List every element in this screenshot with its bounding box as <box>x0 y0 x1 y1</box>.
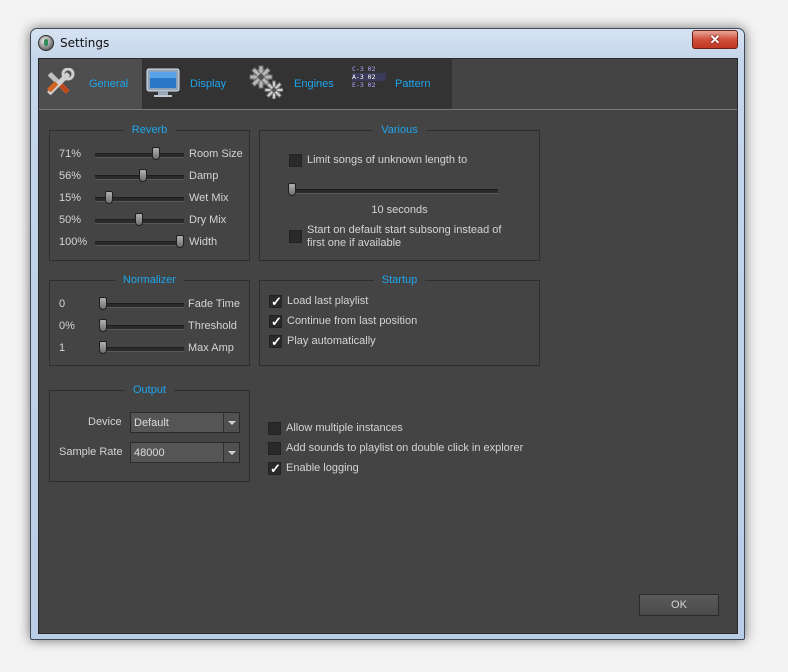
normalizer-label: Max Amp <box>188 342 234 354</box>
limit-length-checkbox[interactable] <box>289 154 302 167</box>
checkbox-label: Continue from last position <box>287 315 418 327</box>
tab-display-label: Display <box>190 78 227 90</box>
seconds-slider[interactable] <box>290 189 498 194</box>
reverb-label: Wet Mix <box>189 192 229 204</box>
checkbox[interactable]: ✓ <box>269 295 282 308</box>
startup-title: Startup <box>373 274 426 286</box>
checkbox[interactable] <box>268 442 281 455</box>
checkbox-label: Load last playlist <box>287 295 369 307</box>
checkmark-icon: ✓ <box>271 294 282 309</box>
reverb-slider-thumb[interactable] <box>176 235 184 248</box>
normalizer-slider[interactable] <box>101 325 184 330</box>
reverb-slider-thumb[interactable] <box>152 147 160 160</box>
tab-display[interactable]: Display <box>142 59 245 109</box>
device-value: Default <box>134 417 169 429</box>
reverb-label: Dry Mix <box>189 214 227 226</box>
default-subsong-checkbox[interactable] <box>289 230 302 243</box>
checkmark-icon: ✓ <box>270 461 281 476</box>
seconds-value: 10 seconds <box>371 204 428 216</box>
reverb-slider[interactable] <box>95 241 184 246</box>
pattern-icon-line: E-3 02 <box>352 81 376 89</box>
tab-engines-label: Engines <box>294 78 334 90</box>
normalizer-slider[interactable] <box>101 347 184 352</box>
tab-pattern-label: Pattern <box>395 78 431 90</box>
close-button[interactable]: ✕ <box>692 30 738 49</box>
default-subsong-label-line2: first one if available <box>307 237 402 249</box>
reverb-value: 56% <box>59 170 82 182</box>
limit-length-label: Limit songs of unknown length to <box>307 154 468 166</box>
various-group: Various Limit songs of unknown length to… <box>259 124 540 261</box>
monitor-icon <box>146 68 180 97</box>
output-group: Output Device Default Sample Rate 48000 <box>49 384 250 482</box>
sample-rate-value: 48000 <box>134 447 165 459</box>
checkbox[interactable]: ✓ <box>268 462 281 475</box>
chevron-down-icon[interactable] <box>223 413 239 432</box>
tools-icon <box>47 68 75 95</box>
output-title: Output <box>124 384 175 396</box>
normalizer-group: Normalizer 0 Fade Time 0% Threshold 1 Max Amp <box>49 274 250 366</box>
reverb-slider-thumb[interactable] <box>135 213 143 226</box>
various-title: Various <box>373 124 426 136</box>
normalizer-title: Normalizer <box>114 274 185 286</box>
reverb-label: Room Size <box>189 148 243 160</box>
window-title: Settings <box>60 36 110 50</box>
checkmark-icon: ✓ <box>271 334 282 349</box>
normalizer-slider-thumb[interactable] <box>99 297 107 310</box>
pattern-icon-line: A-3 02 <box>352 73 386 81</box>
reverb-value: 100% <box>59 236 88 248</box>
reverb-value: 50% <box>59 214 82 226</box>
device-select[interactable]: Default <box>130 412 240 433</box>
reverb-group: Reverb 71% Room Size 56% Damp 15% Wet Mix 50% D… <box>49 124 250 261</box>
reverb-slider-thumb[interactable] <box>105 191 113 204</box>
checkmark-icon: ✓ <box>271 314 282 329</box>
checkbox-label: Play automatically <box>287 335 376 347</box>
tab-divider <box>39 109 737 110</box>
normalizer-slider-thumb[interactable] <box>99 319 107 332</box>
tab-bar: General Display Engines C-3 02 A-3 02 E-… <box>39 59 452 109</box>
tab-general-label: General <box>89 78 129 90</box>
settings-panel: General Display Engines C-3 02 A-3 02 E-… <box>38 58 738 634</box>
gears-icon <box>249 65 283 99</box>
seconds-slider-thumb[interactable] <box>288 183 296 196</box>
pattern-icon: C-3 02 A-3 02 E-3 02 <box>352 65 386 89</box>
normalizer-value: 0% <box>59 320 75 332</box>
tab-general[interactable]: General <box>39 59 142 109</box>
sample-rate-select[interactable]: 48000 <box>130 442 240 463</box>
sample-rate-label: Sample Rate <box>59 446 123 458</box>
chevron-down-icon[interactable] <box>223 443 239 462</box>
checkbox-label: Enable logging <box>286 462 359 474</box>
pattern-icon-line: C-3 02 <box>352 65 376 73</box>
reverb-value: 71% <box>59 148 82 160</box>
default-subsong-label-line1: Start on default start subsong instead o… <box>307 224 502 236</box>
reverb-title: Reverb <box>123 124 176 136</box>
tab-engines[interactable]: Engines <box>245 59 348 109</box>
checkbox-label: Add sounds to playlist on double click i… <box>286 442 524 454</box>
ok-button[interactable]: OK <box>639 594 719 616</box>
reverb-label: Damp <box>189 170 219 182</box>
normalizer-value: 0 <box>59 298 66 310</box>
normalizer-value: 1 <box>59 342 66 354</box>
reverb-slider[interactable] <box>95 153 184 158</box>
reverb-label: Width <box>189 236 218 248</box>
title-bar[interactable]: Settings ✕ <box>31 29 744 57</box>
reverb-slider-thumb[interactable] <box>139 169 147 182</box>
tab-pattern[interactable]: C-3 02 A-3 02 E-3 02 Pattern <box>348 59 452 109</box>
device-label: Device <box>88 416 122 428</box>
normalizer-slider-thumb[interactable] <box>99 341 107 354</box>
settings-window: Settings ✕ General Display Engines C-3 0… <box>30 28 745 640</box>
startup-group: Startup ✓ Load last playlist ✓ Continue fro… <box>259 274 540 366</box>
normalizer-slider[interactable] <box>101 303 184 308</box>
normalizer-label: Threshold <box>188 320 237 332</box>
app-icon <box>38 35 54 51</box>
checkbox[interactable] <box>268 422 281 435</box>
normalizer-label: Fade Time <box>188 298 240 310</box>
reverb-value: 15% <box>59 192 82 204</box>
checkbox[interactable]: ✓ <box>269 335 282 348</box>
checkbox-label: Allow multiple instances <box>286 422 403 434</box>
checkbox[interactable]: ✓ <box>269 315 282 328</box>
